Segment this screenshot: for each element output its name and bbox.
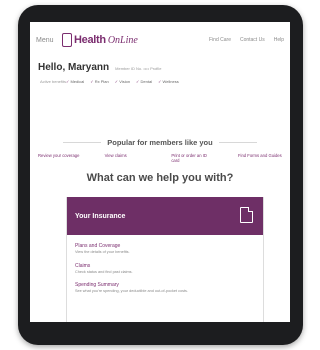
logo-mark-icon [62,33,72,47]
benefit-item[interactable]: Rx Plan [90,79,109,84]
popular-section: Popular for members like you Review your… [30,138,290,163]
header-nav: Find Care Contact Us Help [209,37,284,43]
document-icon [240,207,253,223]
logo-subtitle: OnLine [107,34,138,46]
popular-link[interactable]: View claims [105,153,149,163]
card-item-desc: Check status and find past claims. [75,269,133,274]
card-item-desc: See what you're spending, your deductibl… [75,289,189,293]
benefit-item[interactable]: Vision [115,79,130,84]
greeting-section: Hello, Maryann Member ID No. •••• Profil… [30,58,290,94]
card-item-desc: View the details of your benefits. [75,250,130,254]
popular-link[interactable]: Review your coverage [38,153,82,163]
divider [63,142,102,143]
benefits-row: Active benefits Medical Rx Plan Vision D… [38,79,284,84]
card-item[interactable]: Plans and Coverage View the details of y… [67,243,263,255]
card-item-title: Claims [75,262,91,269]
logo[interactable]: Health OnLine [62,33,138,47]
popular-title: Popular for members like you [107,138,213,147]
benefit-item[interactable]: Dental [136,79,153,84]
help-heading: What can we help you with? [86,172,234,184]
benefit-item[interactable]: Wellness [158,79,179,84]
benefits-label: Active benefits [40,79,67,84]
tablet-screen: Menu Health OnLine Find Care Contact Us … [30,22,290,322]
popular-link[interactable]: Print or order an ID card [171,153,215,163]
divider [218,142,257,143]
benefit-item[interactable]: Medical [66,79,84,84]
card-item-title: Spending Summary [75,282,119,288]
insurance-card-header[interactable]: Your Insurance [67,197,263,235]
card-item-title: Plans and Coverage [75,243,121,249]
benefits-list: Medical Rx Plan Vision Dental Wellness [66,79,242,84]
logo-text: Health [74,34,106,46]
member-info[interactable]: Member ID No. •••• Profile [115,66,161,71]
nav-find-care[interactable]: Find Care [209,37,231,43]
insurance-card-title: Your Insurance [75,212,126,220]
nav-contact-us[interactable]: Contact Us [240,37,265,43]
menu-icon[interactable]: Menu [36,37,54,44]
popular-link[interactable]: Find Forms and Guides [238,153,282,163]
insurance-card: Your Insurance Plans and Coverage View t… [66,197,264,322]
card-item[interactable]: Claims Check status and find past claims… [67,263,263,275]
top-header: Menu Health OnLine Find Care Contact Us … [30,22,290,58]
nav-help[interactable]: Help [274,37,284,43]
card-item[interactable]: Spending Summary See what you're spendin… [67,282,263,294]
greeting-title: Hello, Maryann [38,62,110,73]
